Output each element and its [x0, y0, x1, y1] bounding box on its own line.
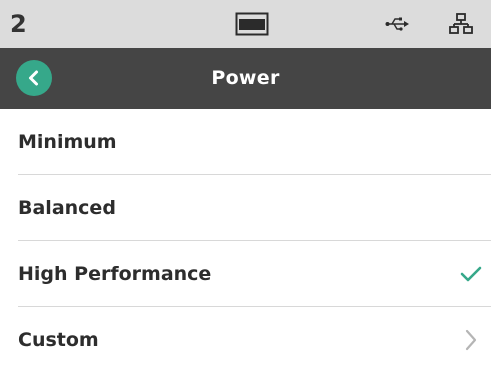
option-label: High Performance	[18, 263, 212, 285]
power-screen: 2 Power Minimum Balanced High Performanc…	[0, 0, 491, 371]
back-button[interactable]	[16, 60, 52, 96]
network-icon	[444, 0, 478, 48]
option-balanced[interactable]: Balanced	[0, 175, 491, 241]
option-high-performance[interactable]: High Performance	[0, 241, 491, 307]
power-options-list: Minimum Balanced High Performance Custom	[0, 109, 491, 371]
status-number: 2	[10, 10, 27, 38]
status-bar: 2	[0, 0, 491, 48]
option-label: Balanced	[18, 197, 116, 219]
page-title: Power	[211, 67, 280, 89]
option-label: Minimum	[18, 131, 117, 153]
option-label: Custom	[18, 329, 99, 351]
header: Power	[0, 48, 491, 109]
option-custom[interactable]: Custom	[0, 307, 491, 371]
usb-icon	[380, 0, 414, 48]
display-icon	[232, 0, 272, 48]
chevron-right-icon	[459, 328, 483, 352]
option-minimum[interactable]: Minimum	[0, 109, 491, 175]
chevron-left-icon	[29, 70, 38, 86]
checkmark-icon	[459, 262, 483, 286]
